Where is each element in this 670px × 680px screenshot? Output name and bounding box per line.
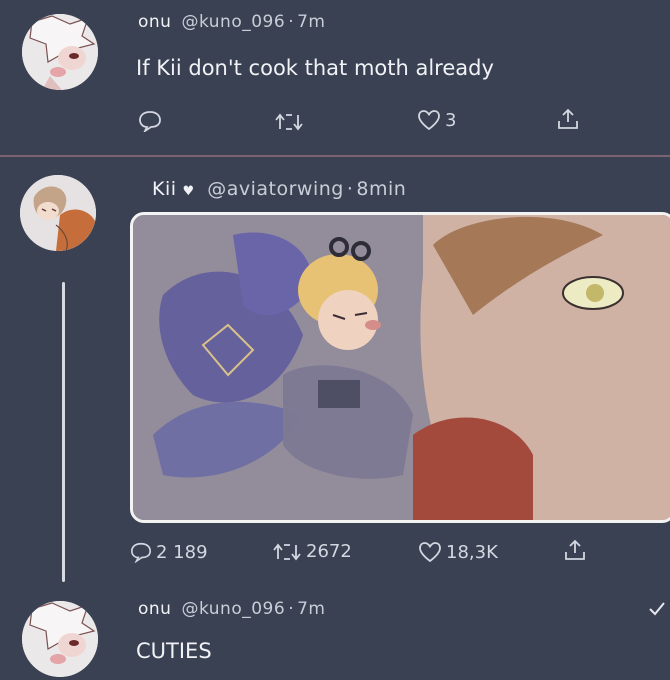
tweet-header: onu @kuno_096 · 7m (138, 12, 325, 32)
retweet-button[interactable]: 2672 (272, 541, 352, 562)
retweet-button[interactable] (274, 112, 304, 132)
author-handle[interactable]: @kuno_096 (181, 12, 285, 32)
like-button[interactable]: 3 (417, 109, 456, 131)
author-handle[interactable]: @aviatorwing (207, 178, 344, 200)
avatar-onu-drawing (22, 601, 98, 677)
reply-icon (131, 542, 151, 563)
tweet-text: CUTIES (136, 639, 212, 663)
avatar-kii-drawing (20, 175, 96, 251)
separator: · (288, 12, 295, 32)
name-heart: ♥ (182, 184, 195, 199)
separator: · (346, 178, 354, 200)
retweet-count: 2672 (306, 541, 352, 562)
retweet-icon (273, 543, 301, 560)
share-icon (565, 539, 585, 560)
media-image[interactable] (130, 212, 670, 523)
share-button[interactable] (563, 538, 587, 562)
timestamp[interactable]: 8min (356, 178, 406, 200)
artwork-moth-fairy (133, 215, 670, 520)
like-count: 18,3K (446, 541, 498, 563)
avatar-kii[interactable] (20, 175, 96, 251)
share-icon (558, 108, 578, 129)
tweet-divider (0, 155, 670, 157)
retweet-icon (275, 113, 303, 131)
like-count: 3 (445, 109, 457, 131)
like-button[interactable]: 18,3K (418, 541, 498, 563)
thread-line (62, 282, 65, 582)
tweet-header: onu @kuno_096 · 7m (138, 599, 325, 619)
reply-count: 2 189 (156, 541, 208, 563)
heart-icon (418, 110, 440, 131)
timestamp[interactable]: 7m (297, 599, 325, 619)
author-name[interactable]: onu (138, 12, 171, 32)
avatar-onu[interactable] (22, 14, 98, 90)
reply-button[interactable]: 2 189 (130, 541, 208, 563)
timestamp[interactable]: 7m (297, 12, 325, 32)
more-options-button[interactable] (648, 601, 666, 617)
reply-icon (139, 111, 161, 132)
author-handle[interactable]: @kuno_096 (181, 599, 285, 619)
share-button[interactable] (556, 107, 580, 131)
check-icon (649, 602, 665, 616)
reply-button[interactable] (138, 110, 162, 132)
avatar-onu[interactable] (22, 601, 98, 677)
author-name[interactable]: Kii (152, 178, 177, 200)
tweet-text: If Kii don't cook that moth already (136, 56, 494, 80)
heart-icon (419, 542, 441, 563)
separator: · (288, 599, 295, 619)
avatar-onu-drawing (22, 14, 98, 90)
tweet-header: Kii ♥ @aviatorwing · 8min (152, 178, 406, 200)
author-name[interactable]: onu (138, 599, 171, 619)
